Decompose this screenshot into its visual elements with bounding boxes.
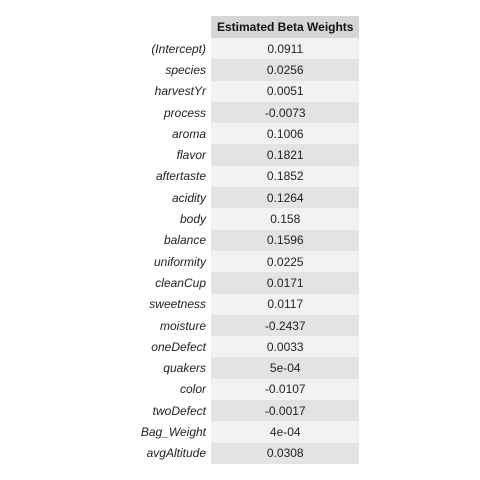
table-row: twoDefect -0.0017 — [126, 400, 360, 422]
page: Estimated Beta Weights (Intercept) 0.0911… — [0, 0, 480, 480]
beta-weight-value: 0.0051 — [211, 80, 360, 102]
beta-weight-value: 0.1821 — [211, 144, 360, 166]
beta-weight-value: -0.0017 — [211, 400, 360, 422]
beta-weight-value: 0.1852 — [211, 165, 360, 188]
term-label: aroma — [171, 126, 206, 141]
table-row: aftertaste 0.1852 — [126, 165, 360, 188]
table-row: uniformity 0.0225 — [126, 250, 360, 273]
term-label: flavor — [176, 148, 206, 163]
beta-weights-header: Estimated Beta Weights — [211, 16, 360, 38]
term-label: acidity — [171, 190, 206, 205]
table-row: body 0.158 — [126, 208, 360, 230]
beta-weight-value: -0.0107 — [211, 378, 360, 401]
term-label: Bag_Weight — [140, 424, 206, 439]
beta-weight-value: 0.0308 — [211, 442, 360, 464]
term-label: uniformity — [153, 254, 206, 269]
term-label: oneDefect — [151, 339, 206, 354]
term-label: balance — [163, 233, 206, 248]
table-row: moisture -0.2437 — [126, 314, 360, 337]
table-row: oneDefect 0.0033 — [126, 336, 360, 358]
beta-weight-value: 5e-04 — [211, 357, 360, 379]
table-row: (Intercept) 0.0911 — [126, 38, 360, 60]
table-row: color -0.0107 — [126, 378, 360, 401]
beta-weight-value: -0.2437 — [211, 314, 360, 337]
term-label: process — [163, 105, 206, 120]
term-label: moisture — [159, 318, 206, 333]
term-label: (Intercept) — [151, 41, 206, 56]
term-label: cleanCup — [155, 275, 206, 290]
table-row: species 0.0256 — [126, 59, 360, 81]
term-label: twoDefect — [152, 403, 206, 418]
beta-weight-value: 4e-04 — [211, 421, 360, 443]
beta-weight-value: 0.1264 — [211, 187, 360, 209]
term-label: color — [179, 382, 206, 397]
beta-weight-value: 0.1596 — [211, 229, 360, 251]
table-row: quakers 5e-04 — [126, 357, 360, 379]
beta-weights-table: Estimated Beta Weights (Intercept) 0.0911… — [126, 16, 360, 464]
beta-weight-value: -0.0073 — [211, 101, 360, 124]
beta-weight-value: 0.1006 — [211, 123, 360, 145]
term-label: species — [165, 62, 206, 77]
table-row: avgAltitude 0.0308 — [126, 442, 360, 464]
term-label: quakers — [163, 361, 206, 376]
beta-weight-value: 0.0225 — [211, 250, 360, 273]
table-row: flavor 0.1821 — [126, 144, 360, 166]
table-row: cleanCup 0.0171 — [126, 272, 360, 294]
table-body: (Intercept) 0.0911 species 0.0256 harvestYr 0… — [126, 38, 360, 464]
beta-weight-value: 0.0117 — [211, 293, 360, 315]
term-label: sweetness — [149, 297, 206, 312]
table-row: balance 0.1596 — [126, 229, 360, 251]
table-row: Bag_Weight 4e-04 — [126, 421, 360, 443]
term-label: avgAltitude — [146, 446, 206, 461]
term-label: body — [179, 212, 206, 227]
row-label-header — [126, 16, 211, 38]
table-row: harvestYr 0.0051 — [126, 80, 360, 102]
table-row: aroma 0.1006 — [126, 123, 360, 145]
table-row: acidity 0.1264 — [126, 187, 360, 209]
term-label: harvestYr — [154, 84, 206, 99]
beta-weight-value: 0.0911 — [211, 38, 360, 60]
beta-weight-value: 0.158 — [211, 208, 360, 230]
table-row: process -0.0073 — [126, 101, 360, 124]
beta-weight-value: 0.0033 — [211, 336, 360, 358]
table-row: sweetness 0.0117 — [126, 293, 360, 315]
term-label: aftertaste — [155, 169, 206, 184]
table-header-row: Estimated Beta Weights — [126, 16, 360, 38]
beta-weight-value: 0.0171 — [211, 272, 360, 294]
beta-weight-value: 0.0256 — [211, 59, 360, 81]
